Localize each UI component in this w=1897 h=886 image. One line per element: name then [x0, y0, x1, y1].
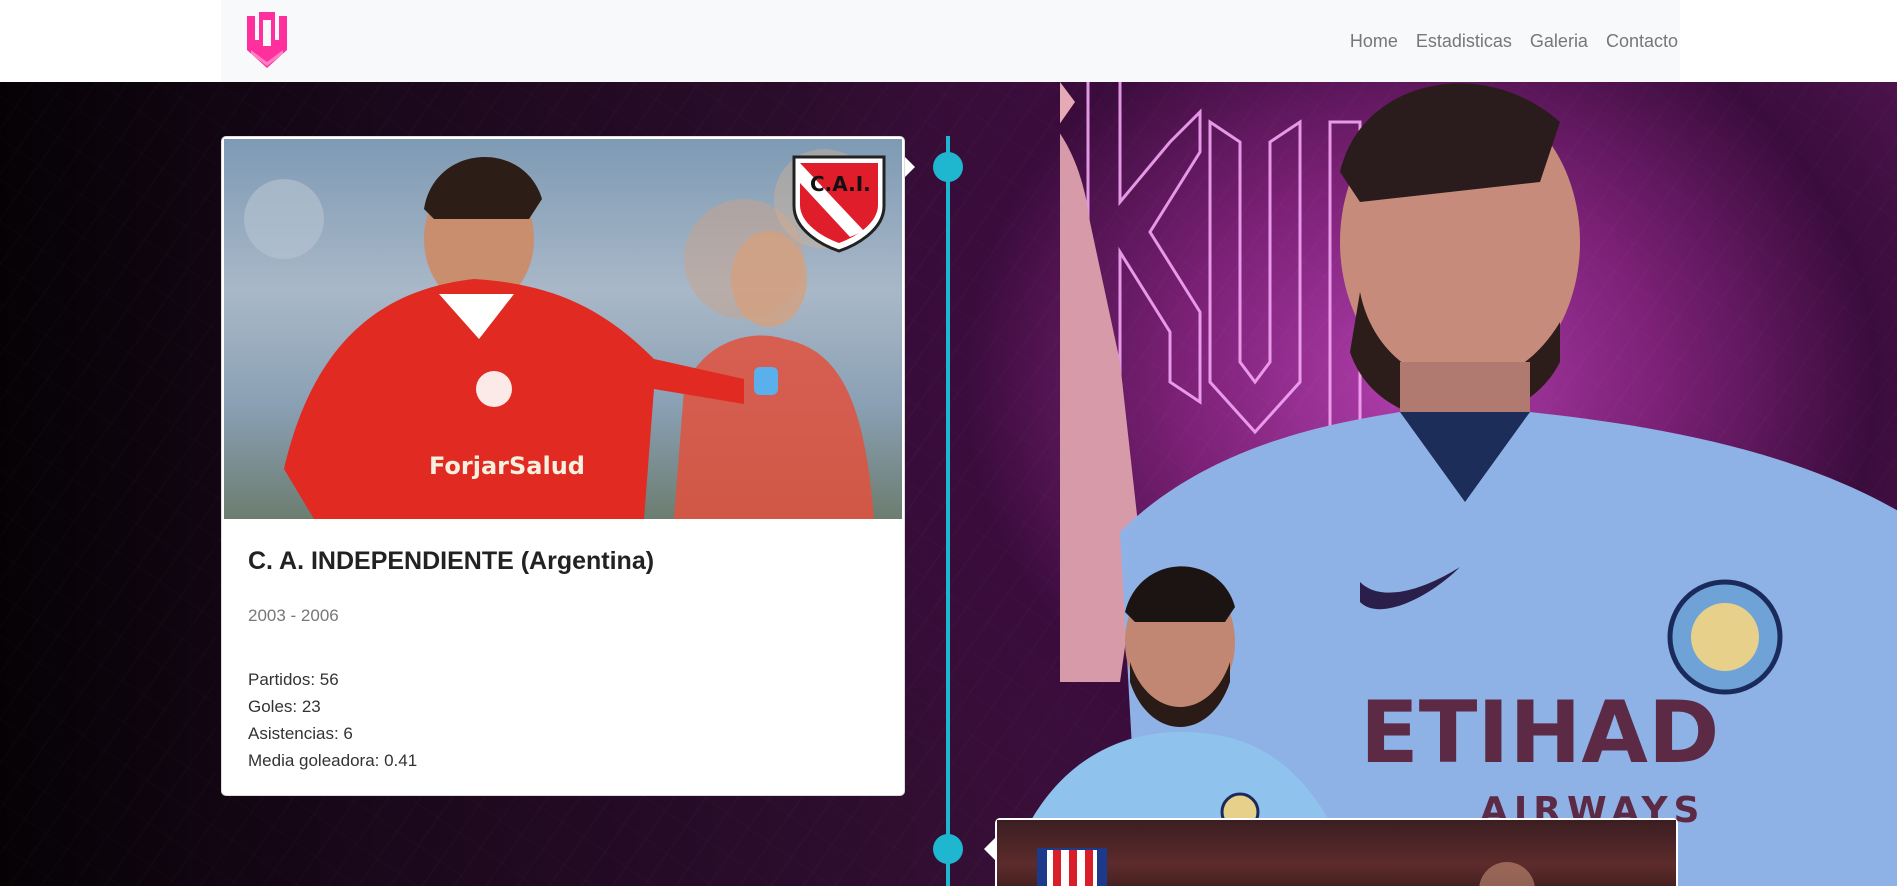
- nav-galeria-link[interactable]: Galeria: [1530, 31, 1588, 52]
- timeline-dot: [933, 834, 963, 864]
- hero-section: ETIHAD AIRWAYS ForjarSalud C.A.I. C. A. …: [0, 82, 1897, 886]
- top-bar: Home Estadisticas Galeria Contacto: [0, 0, 1897, 82]
- timeline-dot: [933, 152, 963, 182]
- timeline-card-independiente: ForjarSalud C.A.I. C. A. INDEPENDIENTE (…: [221, 136, 905, 796]
- nav-home-link[interactable]: Home: [1350, 31, 1398, 52]
- navbar: Home Estadisticas Galeria Contacto: [221, 0, 1680, 82]
- nav-contacto-link[interactable]: Contacto: [1606, 31, 1678, 52]
- brand-logo[interactable]: [243, 10, 291, 72]
- stat-media-goleadora: Media goleadora: 0.41: [248, 751, 418, 770]
- club-stats: Partidos: 56 Goles: 23 Asistencias: 6 Me…: [248, 666, 878, 774]
- club-years: 2003 - 2006: [248, 606, 339, 625]
- card-pointer: [984, 838, 995, 860]
- stat-goles: Goles: 23: [248, 697, 321, 716]
- timeline-line: [946, 136, 950, 886]
- stat-partidos: Partidos: 56: [248, 670, 339, 689]
- stat-asistencias: Asistencias: 6: [248, 724, 353, 743]
- club-photo: [997, 820, 1676, 886]
- atletico-crest: [1037, 848, 1535, 886]
- nav-links: Home Estadisticas Galeria Contacto: [1350, 0, 1680, 82]
- svg-text:ETIHAD: ETIHAD: [1360, 683, 1719, 783]
- card-body: C. A. INDEPENDIENTE (Argentina) 2003 - 2…: [248, 537, 878, 774]
- card-pointer: [904, 156, 915, 178]
- timeline-card-atletico: [995, 818, 1678, 886]
- svg-text:ForjarSalud: ForjarSalud: [429, 452, 585, 480]
- club-photo: ForjarSalud C.A.I.: [224, 139, 902, 519]
- svg-text:C.A.I.: C.A.I.: [810, 172, 871, 196]
- independiente-player-photo: ForjarSalud C.A.I.: [244, 149, 886, 519]
- club-name: C. A. INDEPENDIENTE (Argentina): [248, 547, 655, 575]
- nav-estadisticas-link[interactable]: Estadisticas: [1416, 31, 1512, 52]
